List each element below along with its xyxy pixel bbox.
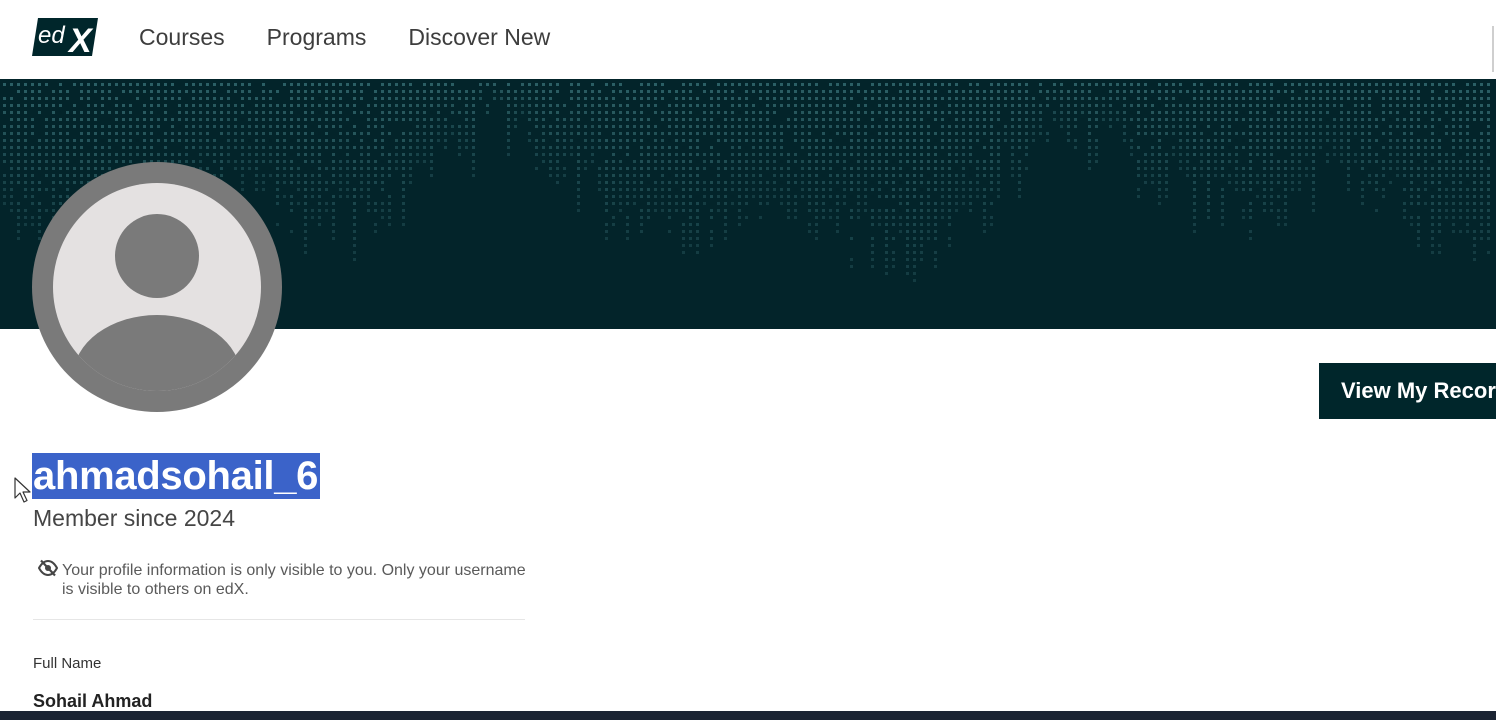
nav-discover-new[interactable]: Discover New	[408, 22, 550, 52]
nav-programs[interactable]: Programs	[267, 22, 367, 52]
header-edge-divider	[1492, 26, 1494, 72]
section-divider	[33, 619, 525, 620]
svg-text:X: X	[67, 22, 94, 56]
eye-off-icon	[38, 559, 58, 577]
view-my-records-button[interactable]: View My Records	[1319, 363, 1496, 419]
full-name-label: Full Name	[33, 655, 102, 672]
svg-text:ed: ed	[38, 22, 65, 49]
member-since: Member since 2024	[33, 505, 235, 531]
user-silhouette-icon	[53, 183, 261, 391]
mouse-cursor-icon	[14, 477, 31, 503]
taskbar-strip	[0, 711, 1496, 720]
site-header: ed X Courses Programs Discover New	[0, 0, 1496, 79]
visibility-note-text: Your profile information is only visible…	[62, 562, 526, 598]
nav-courses[interactable]: Courses	[139, 22, 225, 52]
edx-logo-icon[interactable]: ed X	[32, 18, 98, 56]
username-heading: ahmadsohail_6	[32, 453, 321, 499]
main-nav: Courses Programs Discover New	[139, 22, 592, 52]
avatar[interactable]	[32, 162, 282, 412]
profile-page: ed X Courses Programs Discover New View …	[0, 0, 1496, 720]
full-name-value: Sohail Ahmad	[33, 691, 153, 711]
